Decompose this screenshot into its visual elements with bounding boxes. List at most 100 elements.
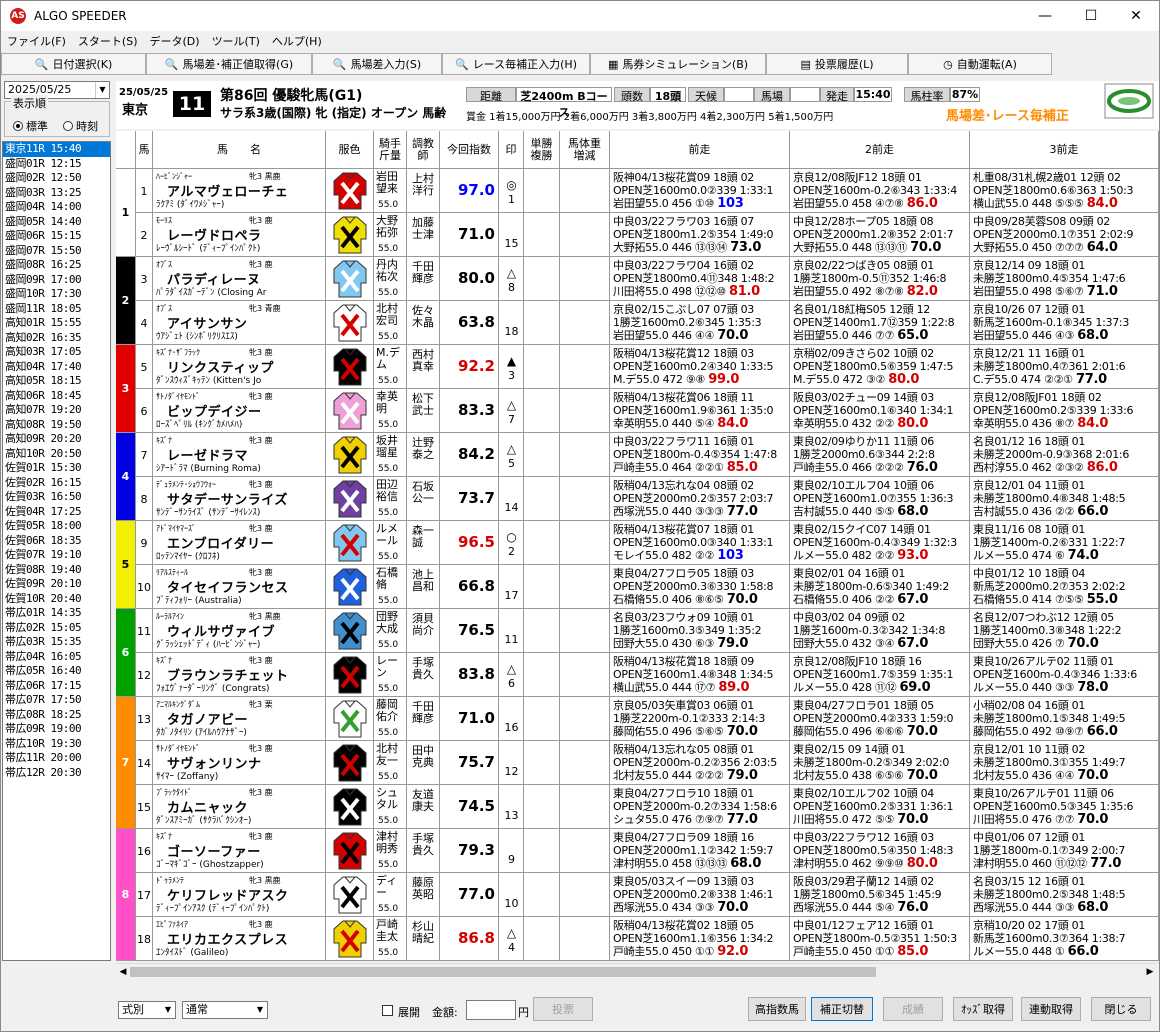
past-race-p3[interactable]: 名良01/12 16 18頭 01 未勝芝2000m-0.9③368 2:01:6… [970, 433, 1159, 477]
odds-fetch-button[interactable]: ｵｯｽﾞ取得 [953, 997, 1013, 1021]
horse-name-cell[interactable]: ﾃﾞｭﾗﾒﾝﾃ･ｼｮｳﾌｳｫｰ 牝3 鹿サタデーサンライズ ｻﾝﾃﾞｰｻﾝﾗｲｽﾞ … [153, 477, 326, 521]
race-list-item[interactable]: 帯広03R 15:35 [3, 635, 110, 650]
col-header-waku[interactable] [116, 131, 136, 169]
past-race-p1[interactable]: 阪稍04/13桜花賞07 18頭 01 OPEN芝1600m0.0③340 1:3… [610, 521, 790, 565]
race-list-item[interactable]: 帯広01R 14:35 [3, 606, 110, 621]
table-row[interactable]: 18 ｴﾋﾟﾌｧﾈｲｱ 牝3 鹿エリカエクスプレス ｴﾝﾀｲｽﾄﾞ (Galileo)… [116, 917, 1159, 961]
horse-name-cell[interactable]: ｱﾆﾏﾙｷﾝｸﾞﾀﾞﾑ 牝3 栗タガノアビー ﾀｶﾞﾉﾀｲﾘﾝ (ｱｲﾙﾊｳｱﾅｻﾞ… [153, 697, 326, 741]
past-race-p1[interactable]: 阪稍04/13桜花賞06 18頭 11 OPEN芝1600m1.9⑥361 1:3… [610, 389, 790, 433]
race-list-item[interactable]: 盛岡04R 14:00 [3, 200, 110, 215]
race-list-item[interactable]: 高知06R 18:45 [3, 389, 110, 404]
mark-cell[interactable]: 17 [499, 565, 524, 609]
table-row[interactable]: 12 ｷｽﾞﾅ 牝3 鹿ブラウンラチェット ﾌｫｴｳﾞｧｰﾀﾞｰﾘﾝｸﾞ (Congr… [116, 653, 1159, 697]
table-row[interactable]: 13 ｱﾆﾏﾙｷﾝｸﾞﾀﾞﾑ 牝3 栗タガノアビー ﾀｶﾞﾉﾀｲﾘﾝ (ｱｲﾙﾊｳｱﾅ… [116, 697, 1159, 741]
horse-name-cell[interactable]: ﾊｰﾋﾞﾝｼﾞｬｰ 牝3 黒鹿 アルマヴェローチェ ﾗｸｱﾐ (ﾀﾞｲﾜﾒｼﾞｬｰ) [153, 169, 326, 213]
chevron-down-icon[interactable]: ▼ [253, 1002, 267, 1018]
scroll-right-icon[interactable]: ▶ [1144, 966, 1156, 978]
past-race-p2[interactable]: 中良03/22フラワ12 16頭 03 OPEN芝1800m0.5④350 1:4… [790, 829, 970, 873]
mark-cell[interactable]: 16 [499, 697, 524, 741]
past-race-p3[interactable]: 中良01/12 10 18頭 04 新馬芝2000m0.2⑦353 2:02:2 石… [970, 565, 1159, 609]
race-list-item[interactable]: 東京11R 15:40 [3, 142, 110, 157]
menu-item-0[interactable]: ファイル(F) [1, 33, 72, 51]
past-race-p3[interactable]: 京良10/26 07 12頭 01 新馬芝1600m-0.1⑧345 1:37:3… [970, 301, 1159, 345]
toolbar-button-5[interactable]: ▤ 投票履歴(L) [766, 53, 908, 75]
race-list-item[interactable]: 高知01R 15:55 [3, 316, 110, 331]
col-header-silk[interactable]: 服色 [326, 131, 374, 169]
race-list-item[interactable]: 佐賀08R 19:40 [3, 563, 110, 578]
race-list-item[interactable]: 盛岡03R 13:25 [3, 186, 110, 201]
past-race-p1[interactable]: 名良03/23フウォ09 10頭 01 1勝芝1600m0.3⑤349 1:35:… [610, 609, 790, 653]
past-race-p3[interactable]: 小稍02/08 04 16頭 01 未勝芝1800m0.1⑤348 1:49:5 藤… [970, 697, 1159, 741]
col-header-p1[interactable]: 前走 [610, 131, 790, 169]
race-list-item[interactable]: 高知04R 17:40 [3, 360, 110, 375]
past-race-p2[interactable]: 阪良03/02チュー09 14頭 03 OPEN芝1600m0.1⑥340 1:3… [790, 389, 970, 433]
past-race-p1[interactable]: 中良03/22フラワ04 16頭 02 OPEN芝1800m0.4⑪348 1:4… [610, 257, 790, 301]
bet-mode-select[interactable]: 通常 ▼ [182, 1001, 268, 1019]
past-race-p2[interactable]: 中良01/12フェア12 16頭 01 OPEN芝1800m-0.5②351 1:… [790, 917, 970, 961]
race-list-item[interactable]: 高知08R 19:50 [3, 418, 110, 433]
race-list-item[interactable]: 盛岡11R 18:05 [3, 302, 110, 317]
mark-cell[interactable]: △ 8 [499, 257, 524, 301]
mark-cell[interactable]: 10 [499, 873, 524, 917]
horse-name-cell[interactable]: ｷｽﾞﾅ 牝3 鹿レーゼドラマ ｼｱｰﾄﾞﾗﾏ (Burning Roma) [153, 433, 326, 477]
past-race-p3[interactable]: 京良12/14 09 18頭 01 未勝芝1800m0.4⑤354 1:47:6 岩… [970, 257, 1159, 301]
results-button[interactable]: 成績 [883, 997, 943, 1021]
maximize-button[interactable]: ☐ [1068, 1, 1114, 31]
race-list-item[interactable]: 佐賀02R 16:15 [3, 476, 110, 491]
race-list-item[interactable]: 高知05R 18:15 [3, 374, 110, 389]
past-race-p3[interactable]: 京良12/08阪JF01 18頭 02 OPEN芝1600m0.2⑤339 1:3… [970, 389, 1159, 433]
close-dialog-button[interactable]: 閉じる [1091, 997, 1151, 1021]
table-row[interactable]: 14 ｻﾄﾉﾀﾞｲﾔﾓﾝﾄﾞ 牝3 鹿サヴォンリンナ ｻｲﾏｰ (Zoffany) 北村… [116, 741, 1159, 785]
race-list-item[interactable]: 帯広02R 15:05 [3, 621, 110, 636]
order-radio-time[interactable]: 時刻 [63, 118, 98, 134]
horizontal-scrollbar[interactable]: ◀ ▶ [116, 963, 1159, 980]
horse-name-cell[interactable]: ｱﾄﾞﾏｲﾔﾏｰｽﾞ 牝3 鹿エンブロイダリー ﾛｯﾃﾝﾏｲﾔｰ (ｸﾛﾌﾈ) [153, 521, 326, 565]
toolbar-button-1[interactable]: 🔍 馬場差･補正値取得(G) [146, 53, 312, 75]
vote-button[interactable]: 投票 [533, 997, 593, 1021]
menu-item-1[interactable]: スタート(S) [72, 33, 144, 51]
race-list-item[interactable]: 帯広06R 17:15 [3, 679, 110, 694]
toolbar-button-3[interactable]: 🔍 レース毎補正入力(H) [442, 53, 590, 75]
past-race-p1[interactable]: 中良03/22フラワ11 16頭 01 OPEN芝1800m-0.4⑤354 1:… [610, 433, 790, 477]
race-list-item[interactable]: 高知02R 16:35 [3, 331, 110, 346]
race-list-item[interactable]: 盛岡10R 17:30 [3, 287, 110, 302]
correction-toggle-button[interactable]: 補正切替 [811, 997, 873, 1021]
past-race-p3[interactable]: 京良12/01 04 11頭 01 未勝芝1800m0.4⑧348 1:48:5 吉… [970, 477, 1159, 521]
horse-name-cell[interactable]: ﾄﾞｩﾗﾒﾝﾃ 牝3 黒鹿 ケリフレッドアスク ﾃﾞｨｰﾌﾟｲﾝｱｽｸ (ﾃﾞｨｰﾌﾟ… [153, 873, 326, 917]
race-list-item[interactable]: 帯広09R 19:00 [3, 722, 110, 737]
race-list-item[interactable]: 佐賀05R 18:00 [3, 519, 110, 534]
past-race-p2[interactable]: 京良02/22つばき05 08頭 01 1勝芝1800m-0.5⑪352 1:46… [790, 257, 970, 301]
past-race-p3[interactable]: 名良03/15 12 16頭 01 未勝芝1800m0.2⑤348 1:48:5 西… [970, 873, 1159, 917]
mark-cell[interactable]: △ 5 [499, 433, 524, 477]
past-race-p3[interactable]: 京良12/01 10 11頭 02 未勝芝1800m0.3①355 1:49:7 北… [970, 741, 1159, 785]
past-race-p1[interactable]: 東良04/27フロラ10 18頭 01 OPEN芝2000m-0.2⑦334 1:… [610, 785, 790, 829]
past-race-p2[interactable]: 京稍02/09きさら02 10頭 02 OPEN芝1800m0.5⑥359 1:4… [790, 345, 970, 389]
past-race-p1[interactable]: 阪稍04/13忘れな04 08頭 02 OPEN芝2000m0.2⑤357 2:0… [610, 477, 790, 521]
horse-name-cell[interactable]: ﾌﾞﾗｯｸﾀｲﾄﾞ 牝3 鹿カムニャック ﾀﾞﾝｽｱﾐｰｶﾞ (ｻｸﾗﾊﾞｸｼﾝｵｰ… [153, 785, 326, 829]
race-list-item[interactable]: 帯広08R 18:25 [3, 708, 110, 723]
table-row[interactable]: 10 ﾘｱﾙｽﾃｨｰﾙ 牝3 鹿タイセイフランセス ﾌﾞﾃｨﾌｫﾘｰ (Austral… [116, 565, 1159, 609]
toolbar-button-2[interactable]: 🔍 馬場差入力(S) [312, 53, 442, 75]
mark-cell[interactable]: 14 [499, 477, 524, 521]
past-race-p2[interactable]: 京良12/08阪JF12 18頭 01 OPEN芝1600m-0.2⑥343 1:… [790, 169, 970, 213]
race-list-item[interactable]: 帯広11R 20:00 [3, 751, 110, 766]
race-list-item[interactable]: 盛岡05R 14:40 [3, 215, 110, 230]
menu-item-2[interactable]: データ(D) [144, 33, 206, 51]
past-race-p1[interactable]: 阪稍04/13桜花賞12 18頭 03 OPEN芝1600m0.2④340 1:3… [610, 345, 790, 389]
toolbar-button-4[interactable]: ▦ 馬券シミュレーション(B) [590, 53, 766, 75]
past-race-p2[interactable]: 東良02/10エルフ02 10頭 04 OPEN芝1600m0.2⑤331 1:3… [790, 785, 970, 829]
race-list-item[interactable]: 高知07R 19:20 [3, 403, 110, 418]
horse-name-cell[interactable]: ｻﾄﾉﾀﾞｲﾔﾓﾝﾄﾞ 牝3 鹿ビップデイジー ﾛｰｽﾞﾍﾟﾘﾙ (ｷﾝｸﾞｶﾒﾊﾒ… [153, 389, 326, 433]
past-race-p3[interactable]: 京良12/21 11 16頭 01 未勝芝1800m0.4⑦361 2:01:6 C… [970, 345, 1159, 389]
bet-type-select[interactable]: 式別 ▼ [118, 1001, 176, 1019]
close-button[interactable]: ✕ [1113, 1, 1159, 31]
race-list-item[interactable]: 佐賀09R 20:10 [3, 577, 110, 592]
col-header-index[interactable]: 今回指数 [440, 131, 499, 169]
race-list-item[interactable]: 盛岡09R 17:00 [3, 273, 110, 288]
race-list-item[interactable]: 高知03R 17:05 [3, 345, 110, 360]
horse-name-cell[interactable]: ﾙｰﾗﾙｱｲﾝ 牝3 黒鹿 ウィルサヴァイブ ｸﾞﾗｯｼｪｯﾄﾞﾃﾞｨ (ﾊｰﾋﾞﾝｼ… [153, 609, 326, 653]
menu-item-4[interactable]: ヘルプ(H) [266, 33, 328, 51]
mark-cell[interactable]: 13 [499, 785, 524, 829]
past-race-p2[interactable]: 中良03/02 04 09頭 02 1勝芝1600m-0.3②342 1:34:8… [790, 609, 970, 653]
past-race-p1[interactable]: 東良04/27フロラ05 18頭 03 OPEN芝2000m0.3⑥330 1:5… [610, 565, 790, 609]
